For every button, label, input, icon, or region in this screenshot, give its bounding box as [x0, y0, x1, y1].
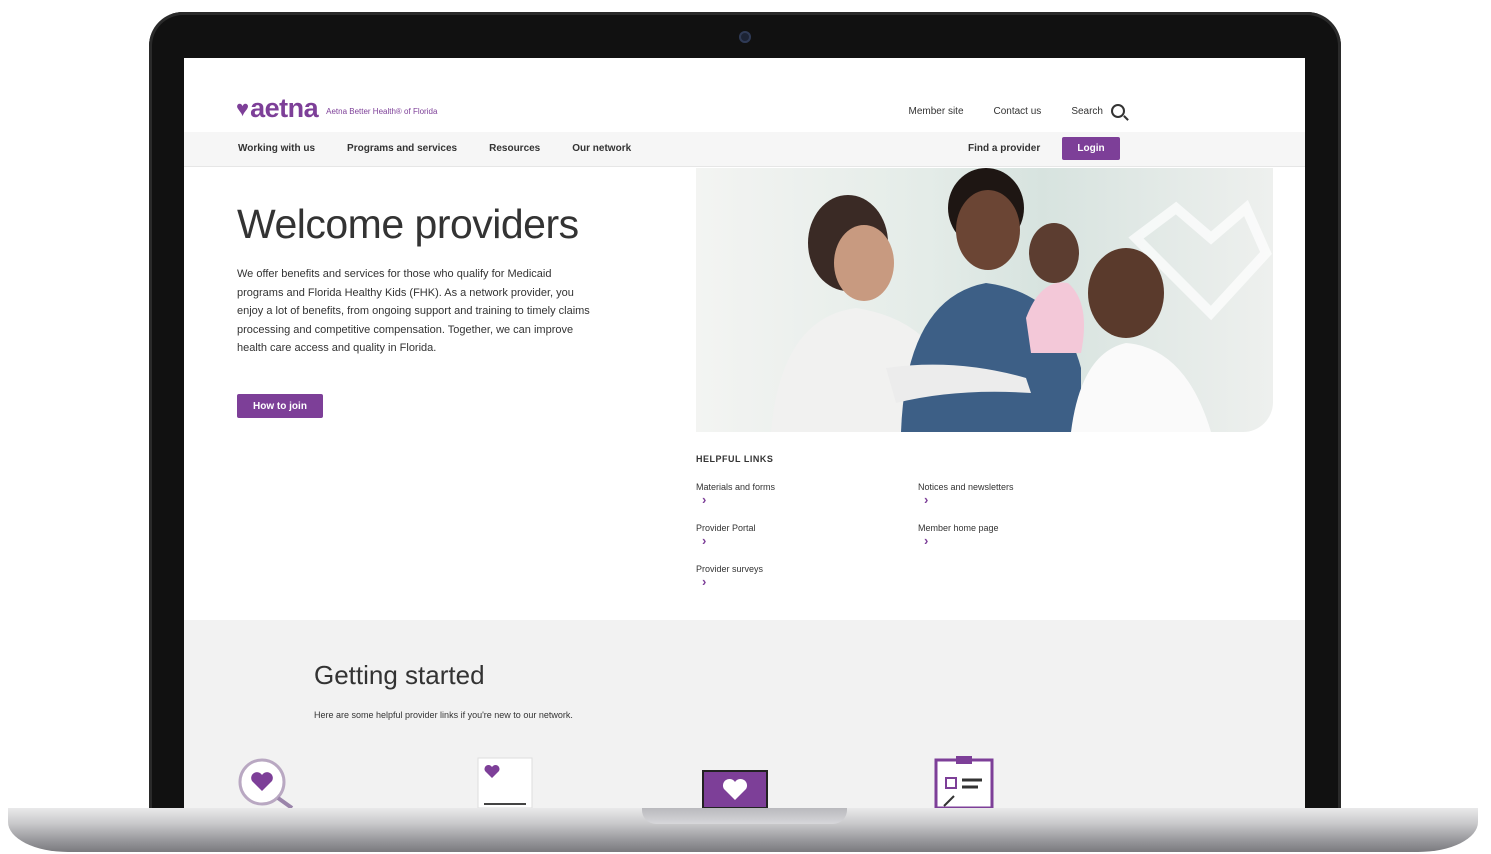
link-label: Member home page [918, 523, 999, 533]
site-header: ♥ aetna Aetna Better Health® of Florida … [184, 58, 1305, 132]
nav-our-network[interactable]: Our network [572, 143, 631, 154]
logo-wordmark: aetna [250, 93, 319, 123]
link-notices-and-newsletters[interactable]: Notices and newsletters › [918, 482, 1014, 506]
contact-us-link[interactable]: Contact us [994, 106, 1042, 117]
find-provider-link[interactable]: Find a provider [968, 143, 1040, 154]
aetna-logo[interactable]: ♥ aetna Aetna Better Health® of Florida [236, 93, 438, 123]
nav-programs-and-services[interactable]: Programs and services [347, 143, 457, 154]
link-provider-surveys[interactable]: Provider surveys › [696, 564, 763, 588]
helpful-links-heading: HELPFUL LINKS [696, 454, 774, 464]
hero-description: We offer benefits and services for those… [237, 268, 590, 354]
clipboard-icon[interactable] [934, 756, 994, 808]
page-title: Welcome providers [237, 201, 579, 247]
laptop-notch [642, 808, 847, 824]
hero-photo [696, 168, 1273, 432]
main-nav: Working with us Programs and services Re… [184, 132, 1305, 167]
link-label: Notices and newsletters [918, 482, 1014, 492]
search-button[interactable]: Search [1071, 104, 1125, 118]
chevron-right-icon: › [924, 533, 929, 548]
laptop-heart-icon[interactable] [702, 770, 768, 808]
nav-working-with-us[interactable]: Working with us [238, 143, 315, 154]
link-label: Provider Portal [696, 523, 756, 533]
screen: ♥ aetna Aetna Better Health® of Florida … [184, 58, 1305, 808]
utility-nav: Member site Contact us Search [908, 104, 1125, 118]
chevron-right-icon: › [924, 492, 929, 507]
chevron-right-icon: › [702, 574, 707, 589]
webcam [739, 31, 751, 43]
logo-tagline: Aetna Better Health® of Florida [326, 107, 438, 116]
card-heart-icon[interactable] [474, 756, 536, 808]
how-to-join-button[interactable]: How to join [237, 394, 323, 418]
link-provider-portal[interactable]: Provider Portal › [696, 523, 756, 547]
heart-icon: ♥ [236, 96, 250, 121]
link-member-home-page[interactable]: Member home page › [918, 523, 999, 547]
search-icon [1111, 104, 1125, 118]
nav-resources[interactable]: Resources [489, 143, 540, 154]
login-button[interactable]: Login [1062, 137, 1120, 160]
getting-started-title: Getting started [314, 660, 485, 690]
chevron-right-icon: › [702, 533, 707, 548]
chevron-right-icon: › [702, 492, 707, 507]
search-label: Search [1071, 105, 1103, 117]
hero-photo-illustration [771, 168, 1272, 432]
link-materials-and-forms[interactable]: Materials and forms › [696, 482, 775, 506]
link-label: Materials and forms [696, 482, 776, 492]
magnifier-heart-icon[interactable] [236, 756, 300, 808]
link-label: Provider surveys [696, 564, 764, 574]
member-site-link[interactable]: Member site [908, 106, 963, 117]
getting-started-subtitle: Here are some helpful provider links if … [314, 710, 573, 720]
getting-started-section: Getting started Here are some helpful pr… [184, 620, 1305, 808]
